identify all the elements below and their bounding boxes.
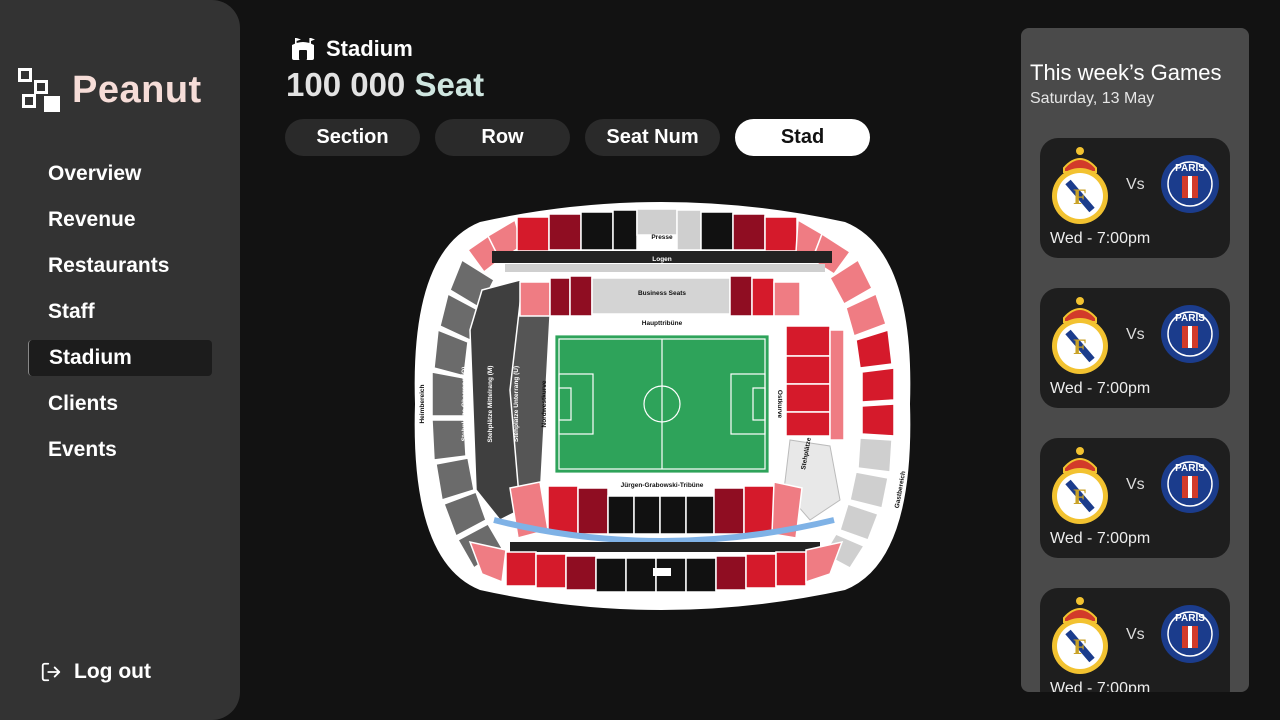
logout-label: Log out bbox=[74, 660, 151, 683]
psg-crest-icon: PARIS bbox=[1161, 305, 1219, 363]
svg-text:F: F bbox=[1073, 484, 1086, 509]
stadium-icon bbox=[292, 38, 315, 60]
logo-mark-icon bbox=[18, 68, 62, 112]
sidebar-item-revenue[interactable]: Revenue bbox=[28, 202, 212, 238]
svg-text:PARIS: PARIS bbox=[1175, 613, 1205, 624]
tab-stad[interactable]: Stad bbox=[735, 119, 870, 156]
label-nordwestkurve: Nordwestkurve bbox=[541, 380, 548, 427]
app-logo[interactable]: Peanut bbox=[18, 68, 202, 112]
sidebar-item-label: Clients bbox=[48, 392, 119, 415]
game-card[interactable]: F Vs PARIS Wed - 7:00pm bbox=[1040, 138, 1230, 258]
label-jurgen-grabowski: Jürgen-Grabowski-Tribüne bbox=[621, 482, 704, 489]
app-name: Peanut bbox=[72, 68, 202, 111]
game-card[interactable]: F Vs PARIS Wed - 7:00pm bbox=[1040, 288, 1230, 408]
label-haupttribune: Haupttribüne bbox=[642, 320, 683, 327]
game-card[interactable]: F Vs PARIS Wed - 7:00pm bbox=[1040, 438, 1230, 558]
sidebar: Peanut Overview Revenue Restaurants Staf… bbox=[0, 0, 240, 720]
psg-crest-icon: PARIS bbox=[1161, 155, 1219, 213]
game-card[interactable]: F Vs PARIS Wed - 7:00pm bbox=[1040, 588, 1230, 692]
svg-text:F: F bbox=[1073, 334, 1086, 359]
sidebar-item-staff[interactable]: Staff bbox=[28, 294, 212, 330]
seat-count: 100 000 bbox=[286, 66, 406, 103]
stadium-map[interactable]: Presse Logen Business Seats Haupttribüne… bbox=[410, 190, 915, 618]
vs-label: Vs bbox=[1126, 326, 1145, 343]
real-madrid-crest-icon: F bbox=[1052, 147, 1108, 224]
sidebar-item-label: Events bbox=[48, 438, 117, 461]
sidebar-item-label: Staff bbox=[48, 300, 95, 323]
vs-label: Vs bbox=[1126, 476, 1145, 493]
page-eyebrow-label: Stadium bbox=[326, 36, 413, 61]
real-madrid-crest-icon: F bbox=[1052, 447, 1108, 524]
sidebar-nav: Overview Revenue Restaurants Staff Stadi… bbox=[28, 156, 212, 478]
vs-label: Vs bbox=[1126, 626, 1145, 643]
view-tabs: Section Row Seat Num Stad bbox=[285, 119, 885, 156]
games-title: This week’s Games bbox=[1030, 60, 1222, 85]
sidebar-item-label: Restaurants bbox=[48, 254, 170, 277]
real-madrid-crest-icon: F bbox=[1052, 297, 1108, 374]
tab-seat-num[interactable]: Seat Num bbox=[585, 119, 720, 156]
svg-text:F: F bbox=[1073, 184, 1086, 209]
tab-section[interactable]: Section bbox=[285, 119, 420, 156]
label-ostkurve: Ostkurve bbox=[776, 390, 783, 419]
logout-icon bbox=[41, 662, 61, 682]
game-time: Wed - 7:00pm bbox=[1050, 680, 1151, 692]
label-business-seats: Business Seats bbox=[638, 290, 686, 297]
logout-button[interactable]: Log out bbox=[40, 660, 151, 684]
svg-text:PARIS: PARIS bbox=[1175, 313, 1205, 324]
game-time: Wed - 7:00pm bbox=[1050, 530, 1151, 547]
label-stehplatz-mittelrang: Stehplätze Mittelrang (M) bbox=[487, 366, 494, 443]
page-title: 100 000 Seat bbox=[286, 66, 484, 104]
svg-text:F: F bbox=[1073, 634, 1086, 659]
psg-crest-icon: PARIS bbox=[1161, 455, 1219, 513]
sidebar-item-restaurants[interactable]: Restaurants bbox=[28, 248, 212, 284]
sidebar-item-label: Stadium bbox=[49, 346, 132, 369]
game-time: Wed - 7:00pm bbox=[1050, 380, 1151, 397]
label-logen: Logen bbox=[652, 256, 672, 263]
label-stehplatz-unterrang: Stehplätze Unterrang (U) bbox=[513, 366, 520, 442]
seat-unit: Seat bbox=[414, 66, 485, 103]
real-madrid-crest-icon: F bbox=[1052, 597, 1108, 674]
game-time: Wed - 7:00pm bbox=[1050, 230, 1151, 247]
sidebar-item-events[interactable]: Events bbox=[28, 432, 212, 468]
label-presse: Presse bbox=[651, 234, 673, 241]
psg-crest-icon: PARIS bbox=[1161, 605, 1219, 663]
games-panel: This week’s Games Saturday, 13 May F Vs … bbox=[1021, 28, 1249, 692]
label-heimbereich: Heimbereich bbox=[419, 384, 426, 423]
games-date: Saturday, 13 May bbox=[1030, 90, 1155, 107]
label-stehplatz-oberrang: Stehplätze Oberrang (O) bbox=[461, 367, 468, 442]
sidebar-item-overview[interactable]: Overview bbox=[28, 156, 212, 192]
sidebar-item-stadium[interactable]: Stadium bbox=[28, 340, 212, 376]
sidebar-item-clients[interactable]: Clients bbox=[28, 386, 212, 422]
pitch bbox=[555, 335, 769, 473]
sidebar-item-label: Revenue bbox=[48, 208, 136, 231]
vs-label: Vs bbox=[1126, 176, 1145, 193]
page-eyebrow: Stadium bbox=[290, 36, 413, 62]
svg-text:PARIS: PARIS bbox=[1175, 463, 1205, 474]
tab-row[interactable]: Row bbox=[435, 119, 570, 156]
sidebar-item-label: Overview bbox=[48, 162, 142, 185]
svg-text:PARIS: PARIS bbox=[1175, 163, 1205, 174]
stands-right-inner bbox=[785, 325, 845, 441]
